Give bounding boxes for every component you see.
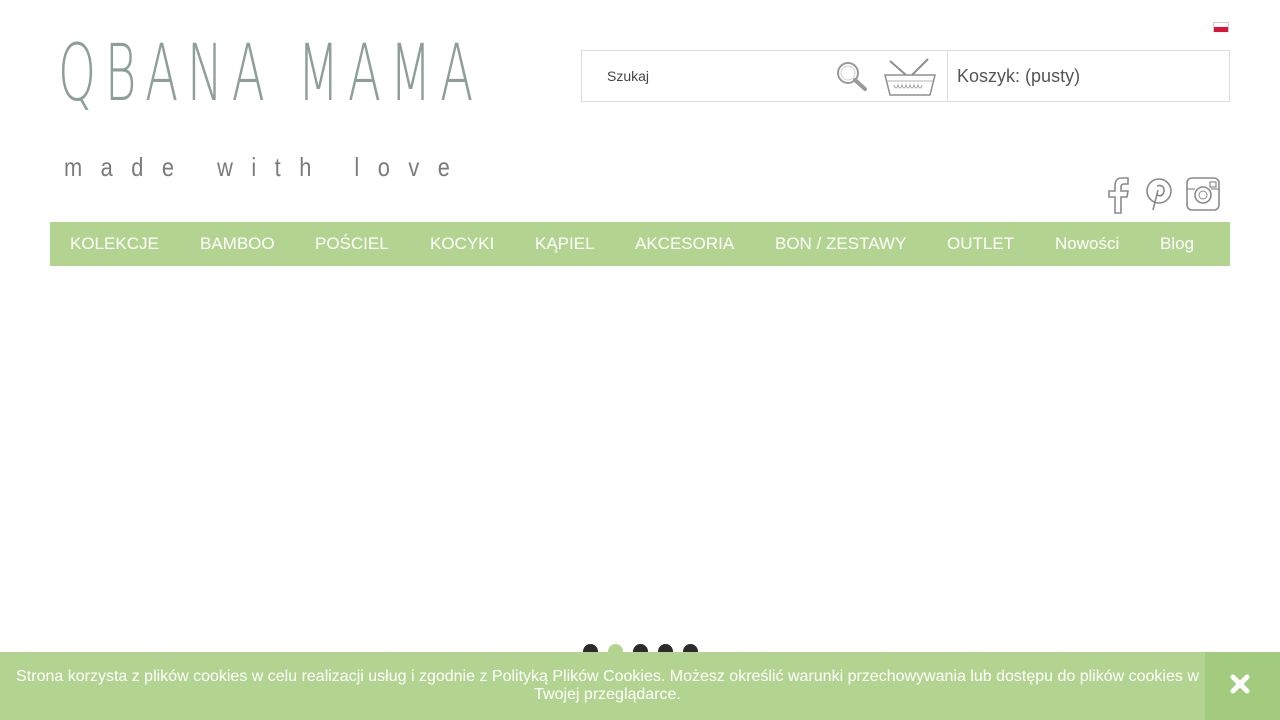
search-input[interactable] <box>607 59 847 93</box>
pinterest-icon[interactable] <box>1142 172 1176 216</box>
cart-summary-link[interactable]: Koszyk: (pusty) <box>957 66 1080 87</box>
main-navigation: KOLEKCJE BAMBOO POŚCIEL KOCYKI KĄPIEL AK… <box>50 222 1230 266</box>
logo-name: QBANA MAMA <box>58 29 482 119</box>
logo-tagline: made with love <box>64 152 469 182</box>
site-logo[interactable]: QBANA MAMA made with love <box>58 24 490 180</box>
close-icon[interactable] <box>1205 652 1280 720</box>
cart-label: Koszyk: <box>957 66 1021 86</box>
cookie-bar: Strona korzysta z plików cookies w celu … <box>0 652 1280 720</box>
instagram-icon[interactable] <box>1184 172 1222 216</box>
nav-item-nowosci[interactable]: Nowości <box>1055 222 1119 266</box>
nav-item-kolekcje[interactable]: KOLEKCJE <box>70 222 159 266</box>
cookie-message: Strona korzysta z plików cookies w celu … <box>16 668 1199 703</box>
basket-icon[interactable] <box>880 51 948 101</box>
nav-item-bon-zestawy[interactable]: BON / ZESTAWY <box>775 222 906 266</box>
nav-item-posciel[interactable]: POŚCIEL <box>315 222 389 266</box>
cart-divider <box>947 51 948 101</box>
polish-flag-icon[interactable] <box>1213 22 1229 32</box>
nav-item-kocyki[interactable]: KOCYKI <box>430 222 494 266</box>
facebook-icon[interactable] <box>1104 172 1134 216</box>
search-icon[interactable] <box>834 59 872 95</box>
cart-status: (pusty) <box>1025 66 1081 86</box>
nav-item-bamboo[interactable]: BAMBOO <box>200 222 275 266</box>
nav-item-blog[interactable]: Blog <box>1160 222 1194 266</box>
search-cart-box: Koszyk: (pusty) <box>581 50 1230 102</box>
nav-item-akcesoria[interactable]: AKCESORIA <box>635 222 734 266</box>
nav-item-outlet[interactable]: OUTLET <box>947 222 1014 266</box>
nav-item-kapiel[interactable]: KĄPIEL <box>535 222 595 266</box>
